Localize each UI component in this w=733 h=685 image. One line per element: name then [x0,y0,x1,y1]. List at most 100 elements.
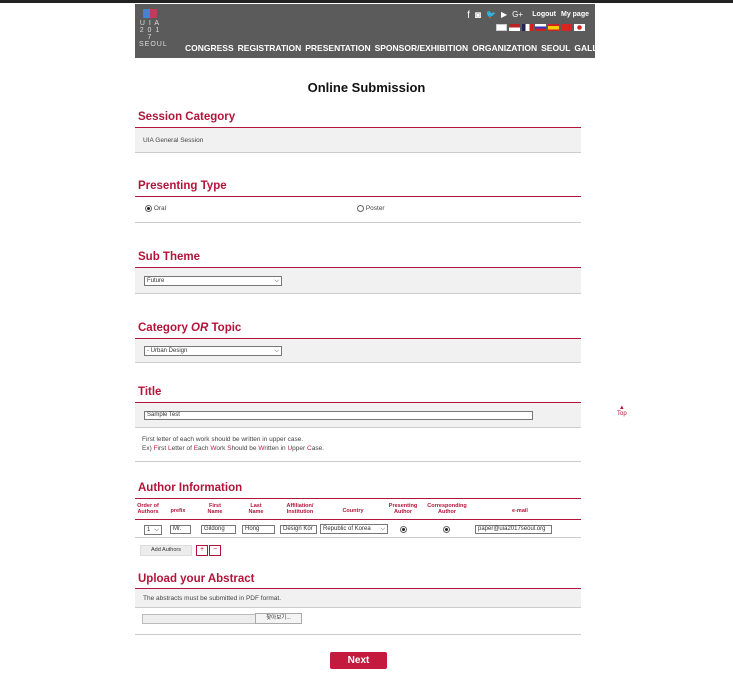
googleplus-icon[interactable]: G+ [512,10,523,21]
scroll-top-button[interactable]: ▲ Top [617,405,627,417]
sub-theme-value: Future [147,278,165,284]
logout-link[interactable]: Logout [532,11,556,18]
poster-radio[interactable] [357,205,364,212]
col-presenting: Presenting Author [388,503,418,515]
usa-flag-icon[interactable] [509,24,520,31]
chevron-down-icon: ⌵ [274,348,279,354]
author-order-select[interactable]: 1 ⌵ [144,525,162,535]
col-corresponding: Corresponding Author [427,503,467,515]
instagram-icon[interactable]: ◙ [475,10,481,21]
col-order: Order of Authors [137,503,159,515]
add-authors-button[interactable]: Add Authors [140,545,192,556]
chevron-down-icon: ⌵ [274,278,279,284]
poster-label: Poster [365,205,385,213]
language-flags [496,24,585,31]
presenting-type-title: Presenting Type [138,180,227,192]
oral-label: Oral [153,205,167,213]
col-affiliation: Affiliation/ Institution [286,503,314,515]
title-box: Sample Test [135,403,581,428]
nav-presentation[interactable]: PRESENTATION [305,43,370,53]
france-flag-icon[interactable] [522,24,533,31]
note-part: ork [216,445,228,452]
divider [135,537,581,538]
category-topic-value: - Urban Design [147,348,188,354]
note-part: etter of [171,445,194,452]
category-topic-select[interactable]: - Urban Design ⌵ [144,346,282,356]
presenting-type-box: Oral Poster [135,197,581,223]
logo-line1: U I A [139,20,161,27]
sub-theme-select[interactable]: Future ⌵ [144,276,282,286]
corresponding-author-radio[interactable] [443,526,450,533]
korea-flag-icon[interactable] [496,24,507,31]
divider [135,634,581,635]
japan-flag-icon[interactable] [574,24,585,31]
author-email-input[interactable]: paper@uia2017seoul.org [475,525,552,534]
mypage-link[interactable]: My page [561,11,589,18]
nav-registration[interactable]: REGISTRATION [238,43,302,53]
author-affiliation-input[interactable]: Design Kor [280,525,317,534]
site-header: U I A 2 0 1 7 SEOUL f ◙ 🐦 ▶ G+ Logout My… [135,4,615,58]
title-note-1: First letter of each work should be writ… [142,436,304,443]
author-last-name-input[interactable]: Hong [242,525,275,534]
category-topic-title: Category OR Topic [138,322,241,334]
china-flag-icon[interactable] [561,24,572,31]
note-part: ritten in [264,445,288,452]
sub-theme-title: Sub Theme [138,251,200,263]
oral-option[interactable]: Oral [145,205,166,212]
uia-logo[interactable]: U I A 2 0 1 7 SEOUL [139,9,168,48]
chevron-down-icon: ⌵ [154,527,159,533]
twitter-icon[interactable]: 🐦 [486,10,496,21]
social-links: f ◙ 🐦 ▶ G+ [467,10,523,21]
col-first-name: First Name [207,503,223,515]
upload-title: Upload your Abstract [138,573,255,585]
main-nav: CONGRESS REGISTRATION PRESENTATION SPONS… [185,43,615,53]
nav-gallery[interactable]: GALLERY [574,43,614,53]
nav-seoul[interactable]: SEOUL [541,43,570,53]
logo-line3: SEOUL [139,41,168,48]
russia-flag-icon[interactable] [535,24,546,31]
nav-congress[interactable]: CONGRESS [185,43,234,53]
file-path-field[interactable] [142,614,257,624]
category-title-suffix: Topic [208,322,242,334]
note-part: ach [198,445,211,452]
top-border [0,0,733,3]
author-prefix-input[interactable]: Mr. [170,525,191,534]
logo-mark-icon [143,9,157,18]
col-prefix: prefix [170,508,186,514]
chevron-down-icon: ⌵ [380,526,385,532]
col-country: Country [342,508,364,514]
logo-line2: 2 0 1 7 [139,27,161,41]
next-button[interactable]: Next [330,652,387,669]
title-note-2: Ex) First Letter of Each Work Should be … [142,445,324,452]
oral-radio[interactable] [145,205,152,212]
author-info-title: Author Information [138,482,243,494]
session-category-value: UIA General Session [143,137,204,144]
divider [135,461,581,462]
title-input[interactable]: Sample Test [144,411,533,420]
remove-author-row-button[interactable]: − [209,545,221,556]
youtube-icon[interactable]: ▶ [501,10,507,21]
category-title-or: OR [191,322,209,334]
note-part: hould be [231,445,259,452]
account-links: Logout My page [532,11,589,18]
facebook-icon[interactable]: f [467,10,470,21]
col-last-name: Last Name [248,503,264,515]
divider [135,519,581,520]
session-category-title: Session Category [138,111,236,123]
browse-button[interactable]: 찾아보기... [255,613,302,624]
add-author-row-button[interactable]: + [196,545,208,556]
nav-organization[interactable]: ORGANIZATION [472,43,537,53]
author-country-select[interactable]: Republic of Korea ⌵ [320,524,388,534]
nav-sponsor-exhibition[interactable]: SPONSOR/EXHIBITION [375,43,469,53]
spain-flag-icon[interactable] [548,24,559,31]
poster-option[interactable]: Poster [357,205,385,212]
col-email: e-mail [512,508,528,514]
presenting-author-radio[interactable] [400,526,407,533]
upload-note: The abstracts must be submitted in PDF f… [143,595,281,602]
author-first-name-input[interactable]: Gildong [201,525,236,534]
title-section-title: Title [138,386,162,398]
category-topic-box: - Urban Design ⌵ [135,339,581,363]
category-title-prefix: Category [138,322,192,334]
author-order-value: 1 [147,527,151,533]
session-category-box: UIA General Session [135,128,581,153]
